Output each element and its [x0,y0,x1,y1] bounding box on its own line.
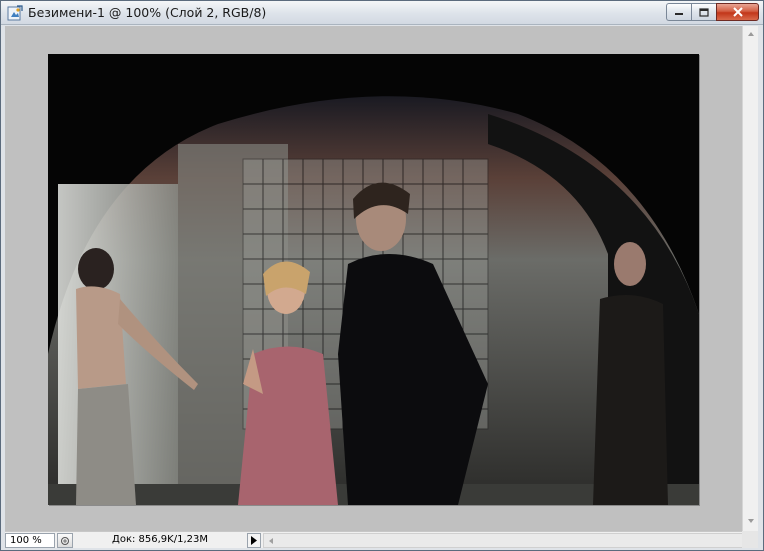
close-icon [732,7,743,17]
zoom-level-field[interactable]: 100 % [5,533,55,548]
window-title: Безимени-1 @ 100% (Слой 2, RGB/8) [28,5,267,20]
document-size-info: Док: 856,9K/1,23M [112,534,208,545]
canvas-area[interactable] [5,26,742,531]
maximize-button[interactable] [691,3,716,21]
navigator-button[interactable] [57,533,73,548]
navigator-icon [61,536,69,545]
close-button[interactable] [716,3,759,21]
title-bar[interactable]: Безимени-1 @ 100% (Слой 2, RGB/8) [1,1,763,25]
window-controls [666,3,759,21]
maximize-icon [699,7,709,17]
document-window: Безимени-1 @ 100% (Слой 2, RGB/8) 100 % … [0,0,764,551]
status-bar: 100 % Док: 856,9K/1,23M [5,531,758,548]
horizontal-scrollbar[interactable] [263,533,758,548]
status-menu-button[interactable] [247,533,261,548]
scroll-down-icon[interactable] [746,516,756,526]
minimize-button[interactable] [666,3,691,21]
triangle-right-icon [251,536,257,545]
vertical-scrollbar[interactable] [742,26,758,531]
resize-grip[interactable] [742,531,758,548]
photoshop-document-icon [7,5,23,21]
minimize-icon [675,13,683,15]
scroll-left-icon[interactable] [266,536,276,546]
scroll-up-icon[interactable] [746,29,756,39]
document-image[interactable] [48,54,699,505]
